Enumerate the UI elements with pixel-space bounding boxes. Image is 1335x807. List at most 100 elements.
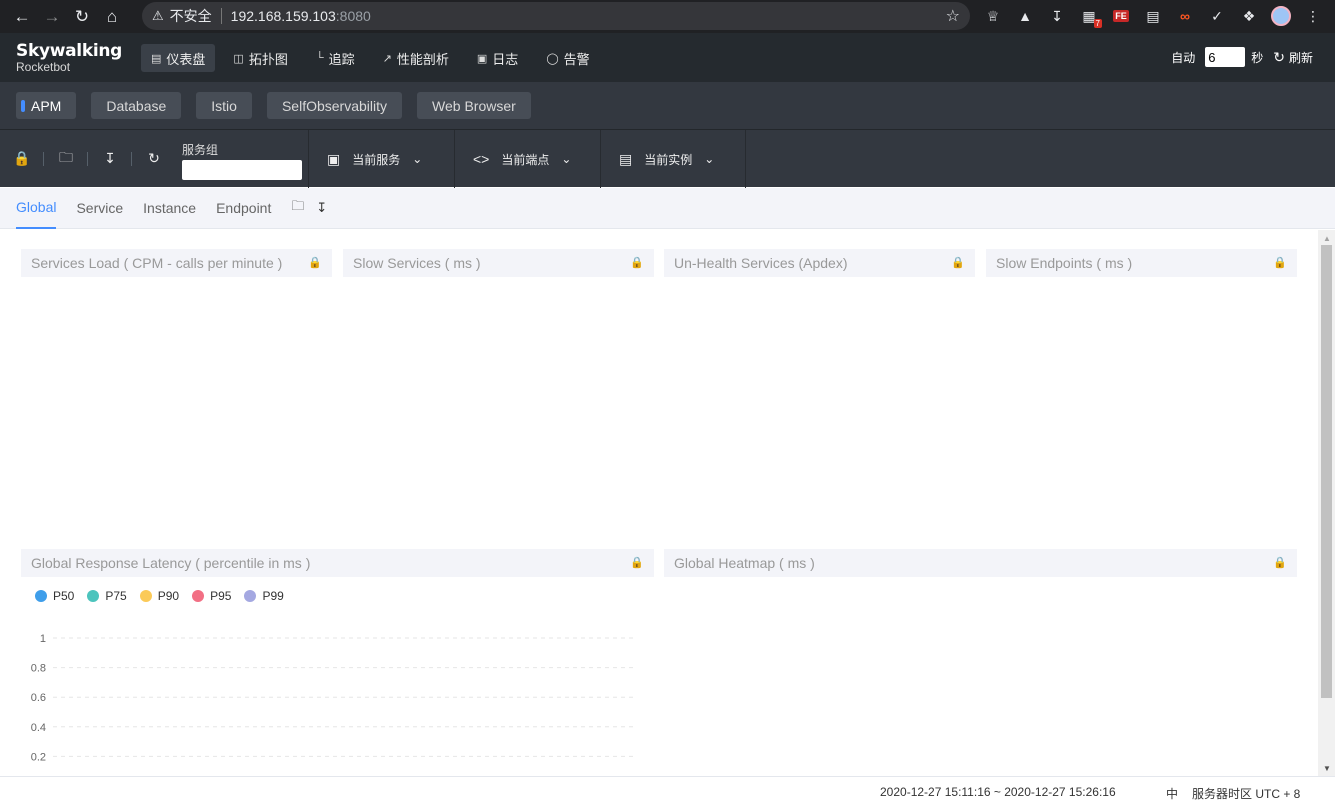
y-tick-label: 0.6 [31,692,46,704]
nav-log-label: 日志 [492,51,519,67]
lock-icon[interactable]: 🔒 [0,130,44,188]
tab-service[interactable]: Service [76,188,123,229]
grid-extension-icon[interactable]: ▦ 7 [1076,3,1102,29]
lock-icon[interactable]: 🔒 [951,256,965,269]
lock-icon[interactable]: 🔒 [308,256,322,269]
infinity-extension-icon[interactable]: ∞ [1172,3,1198,29]
logo[interactable]: Skywalking Rocketbot [16,42,122,74]
legend-item[interactable]: P99 [244,589,284,603]
layer-tab-apm[interactable]: APM [16,92,77,119]
fe-extension-icon[interactable]: FE [1108,3,1134,29]
panel-title: Slow Services ( ms ) [353,255,481,271]
layer-tab-selfobservability[interactable]: SelfObservability [266,92,403,119]
service-selector-label: 当前服务 [352,152,401,167]
scrollbar-thumb[interactable] [1321,245,1332,698]
folder-icon[interactable]: 🗀 [44,130,88,188]
auto-label[interactable]: 自动 [1171,49,1195,66]
logo-title: Skywalking [16,41,123,61]
legend-item[interactable]: P75 [87,589,127,603]
scroll-up-icon[interactable]: ▲ [1323,234,1331,243]
log-icon: ▣ [476,52,488,65]
nav-alarm[interactable]: ◯ 告警 [536,44,599,72]
lock-icon[interactable]: 🔒 [1273,556,1287,569]
server-timezone: 服务器时区 UTC + 8 [1192,787,1301,801]
back-arrow-icon[interactable]: ← [8,3,36,31]
folder-icon[interactable]: 🗀 [291,197,304,219]
home-icon[interactable]: ⌂ [98,3,126,31]
nav-trace[interactable]: └ 追踪 [306,44,365,72]
nav-profile[interactable]: ↗ 性能剖析 [373,44,459,72]
legend-label: P95 [210,589,232,603]
briefcase-icon: ▣ [327,150,341,167]
refresh-interval-input[interactable] [1205,47,1246,67]
chart-icon: ▤ [151,52,162,65]
panel-title: Services Load ( CPM - calls per minute ) [31,255,283,271]
download-icon[interactable]: ↧ [88,130,132,188]
sync-icon[interactable]: ↻ [132,130,176,188]
seconds-label: 秒 [1251,50,1264,65]
instance-selector[interactable]: ▤ 当前实例 ⌄ [600,130,746,188]
tab-global[interactable]: Global [16,188,57,229]
layer-tab-label: APM [31,97,62,114]
browser-menu-icon[interactable]: ⋮ [1300,3,1326,29]
lock-icon[interactable]: 🔒 [630,556,644,569]
nav-topology[interactable]: ◫ 拓扑图 [223,44,297,72]
refresh-button[interactable]: 刷新 [1289,49,1313,66]
triangle-extension-icon[interactable]: ▲ [1012,3,1038,29]
layer-tab-istio[interactable]: Istio [196,92,252,119]
refresh-icon[interactable]: ↻ [1273,49,1285,66]
layer-tab-label: Database [106,97,167,114]
layer-tab-database[interactable]: Database [91,92,182,119]
download-icon[interactable]: ↧ [316,200,327,216]
time-range[interactable]: 2020-12-27 15:11:16 ~ 2020-12-27 15:26:1… [880,785,1116,799]
monitor-extension-icon[interactable]: ▤ [1140,3,1166,29]
layer-tab-web-browser[interactable]: Web Browser [417,92,531,119]
panel-title: Slow Endpoints ( ms ) [996,255,1133,271]
global-heatmap-panel: Global Heatmap ( ms ) 🔒 [664,549,1297,577]
tab-endpoint[interactable]: Endpoint [216,188,271,229]
auto-refresh: 自动 秒 ↻ 刷新 [1171,47,1313,67]
trend-icon: ↗ [382,52,392,65]
lock-icon[interactable]: 🔒 [1273,256,1287,269]
lock-icon[interactable]: 🔒 [630,256,644,269]
nav-log[interactable]: ▣ 日志 [467,44,528,72]
nav-dashboard[interactable]: ▤ 仪表盘 [141,44,216,72]
download-extension-icon[interactable]: ↧ [1044,3,1070,29]
endpoint-selector[interactable]: <> 当前端点 ⌄ [454,130,600,188]
chevron-down-icon: ⌄ [412,152,423,166]
legend-dot [87,590,100,602]
divider [220,8,222,24]
crown-extension-icon[interactable]: ♕ [980,3,1006,29]
global-latency-panel: Global Response Latency ( percentile in … [21,549,654,577]
puzzle-extensions-icon[interactable]: ❖ [1236,3,1262,29]
y-tick-label: 1 [40,633,46,645]
legend-item[interactable]: P95 [192,589,231,603]
scroll-down-icon[interactable]: ▼ [1323,764,1331,773]
main-nav: ▤ 仪表盘 ◫ 拓扑图 └ 追踪 ↗ 性能剖析 ▣ 日志 ◯ 告警 [141,44,608,72]
check-extension-icon[interactable]: ✓ [1204,3,1230,29]
tab-instance[interactable]: Instance [143,188,196,229]
chart-legend: P50 P75 P90 P95 P99 [35,589,297,603]
latency-chart: 1 0.8 0.6 0.4 0.2 [31,633,635,763]
legend-item[interactable]: P50 [35,589,74,603]
language-toggle[interactable]: 中 [1166,785,1178,802]
chevron-down-icon: ⌄ [704,152,715,166]
bookmark-star-icon[interactable]: ☆ [946,6,960,26]
logo-subtitle: Rocketbot [16,60,71,74]
legend-item[interactable]: P90 [139,589,180,603]
reload-icon[interactable]: ↻ [68,3,96,31]
extension-icons: ♕ ▲ ↧ ▦ 7 FE ▤ ∞ ✓ ❖ ⋮ [980,3,1332,29]
monitor-icon: ▤ [619,150,633,167]
security-label: 不安全 [169,8,212,24]
service-group-input[interactable] [182,160,302,180]
service-selector[interactable]: ▣ 当前服务 ⌄ [308,130,454,188]
legend-dot [35,590,47,602]
extension-badge: 7 [1093,19,1102,28]
trace-icon: └ [315,52,324,64]
scrollbar[interactable]: ▲ ▼ [1318,230,1335,776]
forward-arrow-icon[interactable]: → [38,3,66,31]
unhealth-services-panel: Un-Health Services (Apdex) 🔒 [664,249,975,277]
address-bar[interactable]: ⚠ 不安全 192.168.159.103:8080 ☆ [142,2,970,30]
profile-avatar[interactable] [1268,3,1294,29]
legend-label: P90 [157,589,180,603]
